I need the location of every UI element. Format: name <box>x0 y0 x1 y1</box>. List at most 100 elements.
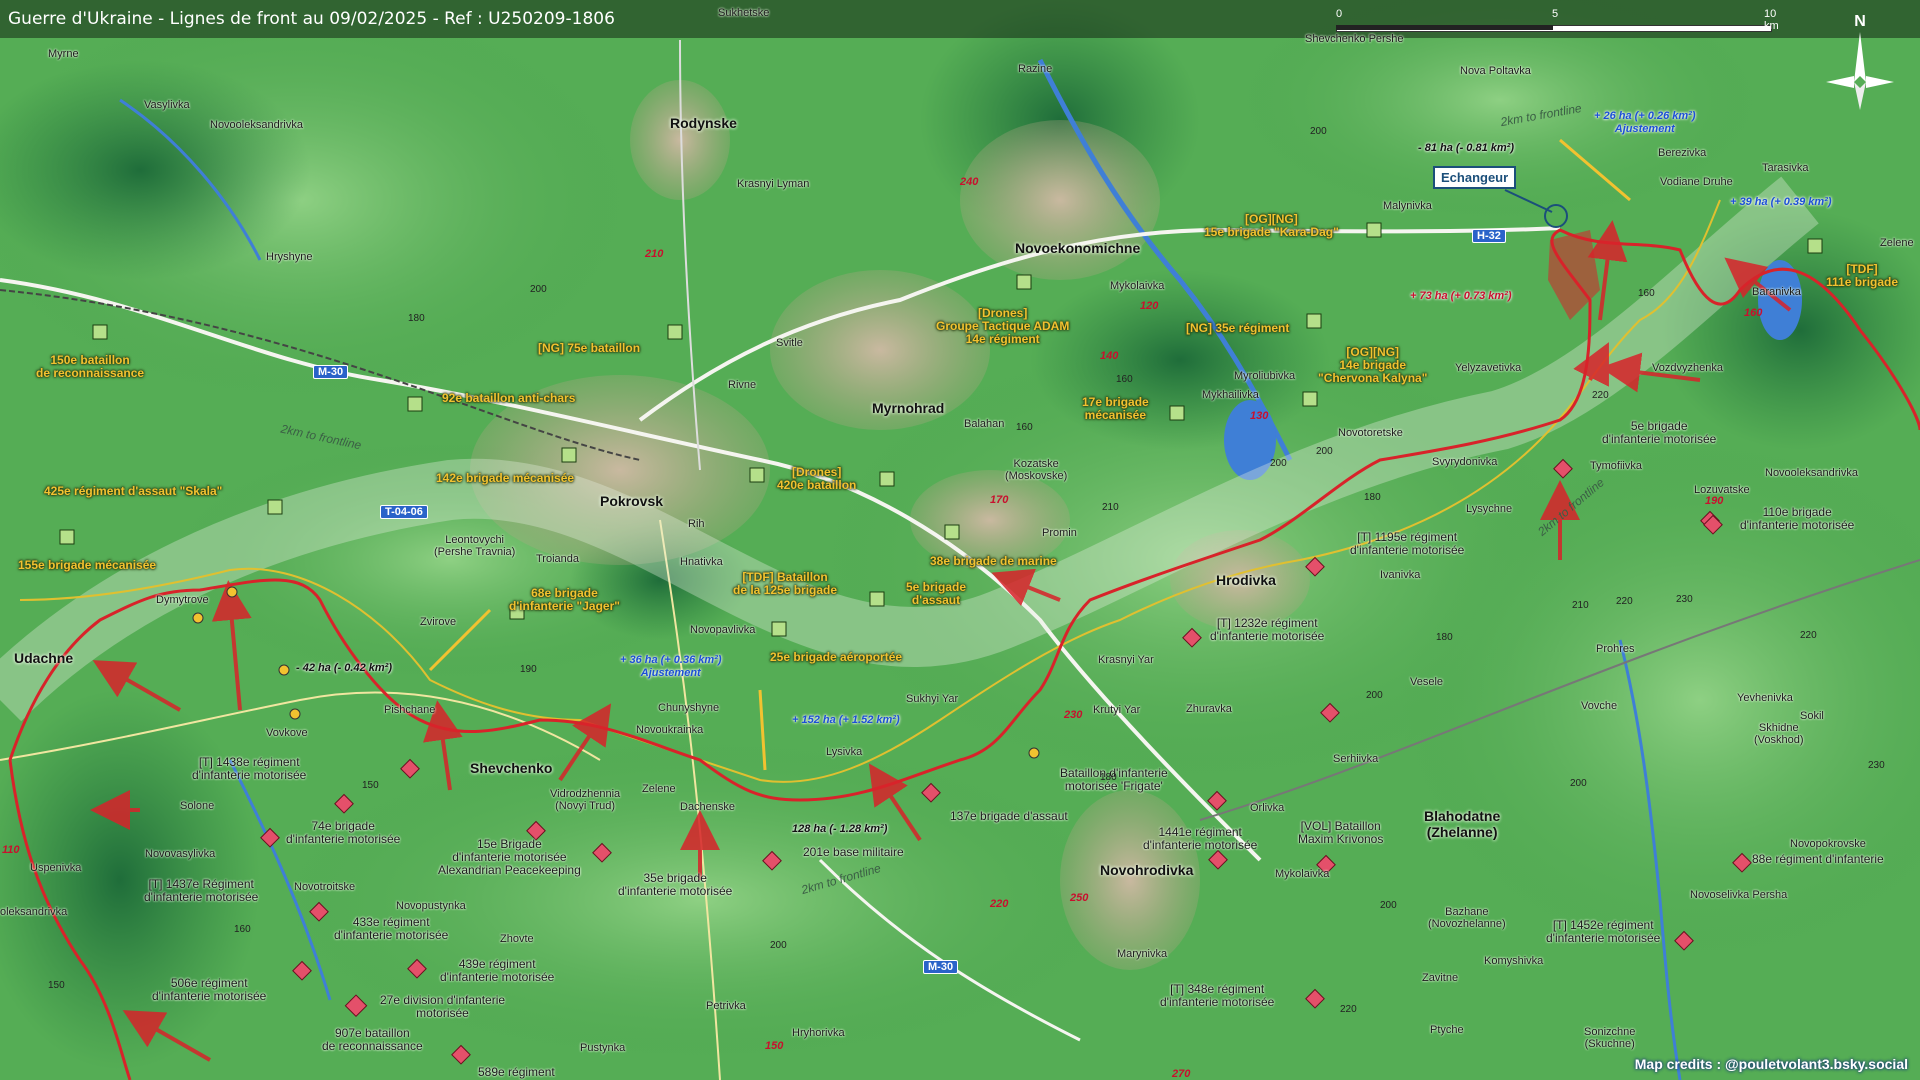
elevation: 200 <box>530 284 547 295</box>
town-label: Ptyche <box>1430 1024 1464 1036</box>
town-label: Dymytrove <box>156 594 209 606</box>
town-label: Balahan <box>964 418 1005 430</box>
road-m30-label: M-30 <box>313 365 349 379</box>
elevation: 160 <box>1638 288 1655 299</box>
town-label: Razine <box>1018 63 1053 75</box>
town-label: Dachenske <box>680 801 736 813</box>
ru-unit: 15e Brigade d'infanterie motorisée Alexa… <box>438 837 581 877</box>
city-novohrodivka: Novohrodivka <box>1100 862 1194 878</box>
town-label: Lysychne <box>1466 503 1513 515</box>
scale-tick-0: 0 <box>1336 8 1343 20</box>
route-number: 270 <box>1172 1068 1191 1080</box>
ua-unit: [Drones] Groupe Tactique ADAM 14e régime… <box>936 306 1070 346</box>
town-label: Vozdvyzhenka <box>1652 362 1723 374</box>
town-label: Novopavlivka <box>690 624 756 636</box>
territory-change: + 26 ha (+ 0.26 km²) Ajustement <box>1594 110 1696 135</box>
ua-unit: [OG][NG] 15e brigade "Kara-Dag" <box>1204 212 1339 239</box>
town-label: Pishchane <box>384 704 436 716</box>
route-number: 240 <box>960 176 979 188</box>
elevation: 230 <box>1676 594 1693 605</box>
town-label: oleksandrivka <box>0 906 68 918</box>
ru-unit: [T] 1437e Régiment d'infanterie motorisé… <box>144 877 259 904</box>
territory-change: 128 ha (- 1.28 km²) <box>792 823 888 835</box>
elevation: 200 <box>1310 126 1327 137</box>
town-label: Berezivka <box>1658 147 1707 159</box>
ua-unit: [OG][NG] 14e brigade "Chervona Kalyna" <box>1318 345 1428 385</box>
elevation: 220 <box>1616 596 1633 607</box>
city-pokrovsk: Pokrovsk <box>600 493 664 509</box>
route-number: 120 <box>1140 300 1159 312</box>
town-label: Sukhetske <box>718 7 770 19</box>
town-label: Uspenivka <box>30 862 82 874</box>
territory-change: - 81 ha (- 0.81 km²) <box>1418 142 1514 154</box>
ru-unit: 1441e régiment d'infanterie motorisée <box>1143 825 1258 852</box>
town-label: Vesele <box>1410 676 1444 688</box>
elevation: 190 <box>520 664 537 675</box>
ru-unit: [T] 1195e régiment d'infanterie motorisé… <box>1350 530 1465 557</box>
elevation: 200 <box>770 940 787 951</box>
town-label: Shevchenko Pershe <box>1305 33 1404 45</box>
town-label: Komyshivka <box>1484 955 1544 967</box>
north-arrow-icon: N <box>1826 13 1894 110</box>
elevation: 220 <box>1340 1004 1357 1015</box>
town-label: Petrivka <box>706 1000 746 1012</box>
town-label: Myroliubivka <box>1234 370 1296 382</box>
town-label: Novooleksandrivka <box>1765 467 1858 479</box>
elevation: 220 <box>1592 390 1609 401</box>
town-label: Novotoretske <box>1338 427 1403 439</box>
city-udachne: Udachne <box>14 650 74 666</box>
town-label: Mykhailivka <box>1202 389 1259 401</box>
town-label: Myrne <box>48 48 79 60</box>
elevation: 160 <box>234 924 251 935</box>
town-label: Nova Poltavka <box>1460 65 1531 77</box>
road-m30-label-2: M-30 <box>923 960 959 974</box>
town-label: Sonizchne (Skuchne) <box>1584 1026 1636 1050</box>
ru-unit: [VOL] Bataillon Maxim Krivonos <box>1298 819 1384 846</box>
town-label: Zvirove <box>420 616 457 628</box>
town-label: Mykolaivka <box>1275 868 1330 880</box>
ua-unit: 38e brigade de marine <box>930 554 1057 568</box>
town-label: Skhidne (Voskhod) <box>1754 722 1804 746</box>
ru-unit: 88e régiment d'infanterie <box>1752 852 1884 866</box>
town-label: Vodiane Druhe <box>1660 176 1733 188</box>
town-label: Novooleksandrivka <box>210 119 303 131</box>
elevation: 180 <box>1364 492 1381 503</box>
road-t0406-label: T-04-06 <box>380 505 428 519</box>
elevation: 160 <box>1116 374 1133 385</box>
urban-novoekonomichne <box>960 120 1160 280</box>
town-label: Novotroitske <box>294 881 356 893</box>
territory-change: + 36 ha (+ 0.36 km²) Ajustement <box>620 654 722 679</box>
town-label: Zavitne <box>1422 972 1459 984</box>
town-label: Zelene <box>1880 237 1914 249</box>
elevation: 200 <box>1380 900 1397 911</box>
town-label: Novoselivka Persha <box>1690 889 1788 901</box>
ua-unit: 155e brigade mécanisée <box>18 558 157 572</box>
town-label: Leontovychi (Pershe Travnia) <box>434 534 516 558</box>
town-label: Yelyzavetivka <box>1455 362 1522 374</box>
town-label: Tymofiivka <box>1590 460 1642 472</box>
scale-tick-5: 5 <box>1552 8 1559 20</box>
town-label: Svitle <box>776 337 803 349</box>
town-label: Yevhenivka <box>1737 692 1793 704</box>
ru-unit: 589e régiment <box>478 1065 555 1079</box>
interchange-badge: Echangeur <box>1433 166 1517 189</box>
town-label: Hryhorivka <box>792 1027 845 1039</box>
town-label: Rih <box>688 518 705 530</box>
town-label: Prohres <box>1596 643 1635 655</box>
town-label: Pustynka <box>580 1042 626 1054</box>
elevation: 220 <box>1800 630 1817 641</box>
town-label: Svyrydonivka <box>1432 456 1498 468</box>
ua-unit: 425e régiment d'assaut "Skala" <box>44 484 223 498</box>
map-credits: Map credits : @pouletvolant3.bsky.social <box>1634 1056 1908 1072</box>
elevation: 150 <box>48 980 65 991</box>
ru-unit: 5e brigade d'infanterie motorisée <box>1602 419 1717 446</box>
ua-unit: [NG] 35e régiment <box>1186 321 1290 335</box>
ru-unit: 27e division d'infanterie motorisée <box>380 993 506 1020</box>
route-number: 170 <box>990 494 1009 506</box>
route-number: 110 <box>2 844 20 856</box>
city-hrodivka: Hrodivka <box>1216 572 1276 588</box>
town-label: Vasylivka <box>144 99 190 111</box>
map-title: Guerre d'Ukraine - Lignes de front au 09… <box>8 9 615 29</box>
town-label: Mykolaivka <box>1110 280 1165 292</box>
town-label: Tarasivka <box>1762 162 1809 174</box>
